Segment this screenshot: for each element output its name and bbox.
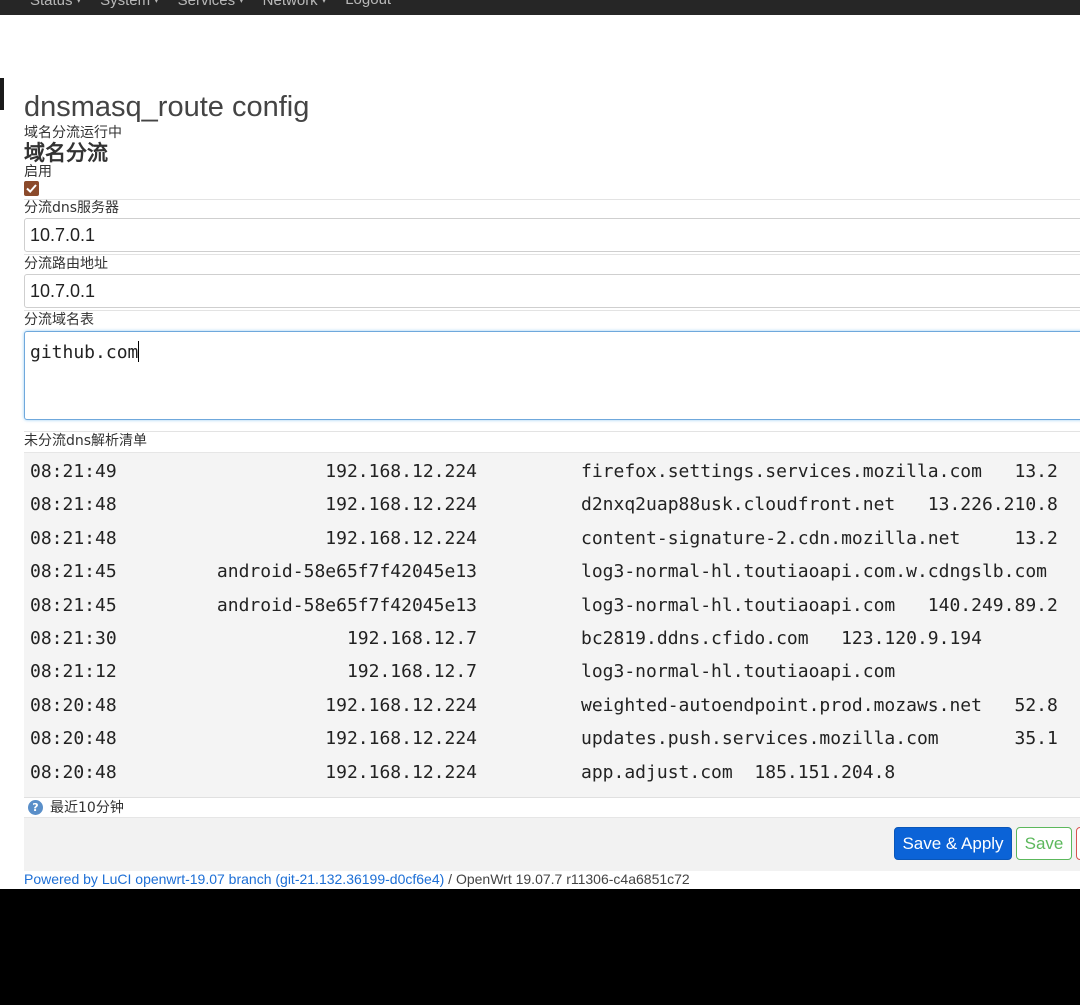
log-client: 192.168.12.224	[325, 761, 477, 783]
log-time: 08:20:48	[30, 728, 117, 750]
dns-log-row: 08:21:48 192.168.12.224 content-signature-…	[24, 522, 1080, 555]
dns-log-row: 08:21:45 android-58e65f7f42045e13 log3-nor…	[24, 589, 1080, 622]
openwrt-version: OpenWrt 19.07.7 r11306-c4a6851c72	[455, 871, 690, 887]
dns-log-row: 08:20:48 192.168.12.224 weighted-autoendpo…	[24, 689, 1080, 722]
log-client: 192.168.12.224	[325, 494, 477, 516]
dns-server-input[interactable]: 10.7.0.1	[24, 218, 1080, 252]
save-button[interactable]: Save	[1016, 827, 1072, 860]
log-time: 08:20:48	[30, 761, 117, 783]
nav-status[interactable]: Status ▾	[30, 0, 81, 10]
domain-list-textarea[interactable]: github.com	[24, 331, 1080, 420]
dns-log-row: 08:21:45 android-58e65f7f42045e13 log3-nor…	[24, 555, 1080, 588]
log-time: 08:21:48	[30, 527, 117, 549]
screen-bottom-area	[0, 889, 1080, 1005]
log-time: 08:21:45	[30, 561, 117, 583]
text-cursor	[138, 341, 140, 362]
divider	[24, 199, 1080, 200]
service-status-text: 域名分流运行中	[24, 125, 122, 141]
route-address-label: 分流路由地址	[24, 256, 108, 272]
log-domain: log3-normal-hl.toutiaoapi.com 140.249.89…	[581, 594, 1058, 616]
help-icon: ?	[28, 799, 43, 815]
nav-logout[interactable]: Logout	[345, 0, 391, 10]
help-row: ? 最近10分钟	[28, 797, 124, 817]
log-client: 192.168.12.224	[325, 461, 477, 482]
log-client: 192.168.12.7	[346, 628, 477, 649]
dns-server-label: 分流dns服务器	[24, 200, 120, 216]
nav-network[interactable]: Network ▾	[263, 0, 327, 10]
divider	[24, 254, 1080, 255]
log-client: 192.168.12.224	[325, 728, 477, 750]
chevron-down-icon: ▾	[239, 0, 244, 5]
dns-log-list[interactable]: 08:21:49 192.168.12.224 firefox.settings.s…	[24, 452, 1080, 798]
top-navbar: Status▾ System▾ Services▾ Network▾ Logou…	[0, 0, 1080, 15]
log-client: 192.168.12.224	[325, 694, 477, 716]
log-domain: log3-normal-hl.toutiaoapi.com	[581, 661, 896, 683]
log-time: 08:21:45	[30, 594, 117, 616]
help-text: 最近10分钟	[50, 800, 124, 816]
enable-label: 启用	[24, 164, 52, 180]
section-title: 域名分流	[24, 141, 108, 165]
log-domain: bc2819.ddns.cfido.com 123.120.9.194	[581, 628, 982, 649]
footer: Powered by LuCI openwrt-19.07 branch (gi…	[24, 871, 690, 888]
route-address-input[interactable]: 10.7.0.1	[24, 274, 1080, 308]
domain-list-label: 分流域名表	[24, 312, 94, 328]
footer-separator: /	[444, 871, 456, 887]
dns-log-row: 08:21:48 192.168.12.224 d2nxq2uap88usk.clo…	[24, 488, 1080, 521]
log-time: 08:21:48	[30, 494, 117, 516]
chevron-down-icon: ▾	[321, 0, 327, 5]
main-menu: Status▾ System▾ Services▾ Network▾ Logou…	[30, 0, 410, 10]
form-actions-bar: Save & Apply Save	[24, 817, 1080, 871]
log-time: 08:21:30	[30, 628, 117, 649]
side-marker	[0, 78, 4, 110]
log-domain: weighted-autoendpoint.prod.mozaws.net 52…	[581, 694, 1058, 716]
divider	[24, 310, 1080, 311]
log-domain: content-signature-2.cdn.mozilla.net 13.2	[581, 527, 1058, 549]
log-domain: firefox.settings.services.mozilla.com 13…	[581, 461, 1058, 482]
dns-log-row: 08:21:12 192.168.12.7 log3-normal-hl.touti…	[24, 655, 1080, 688]
unresolved-list-label: 未分流dns解析清单	[24, 433, 148, 449]
log-client: android-58e65f7f42045e13	[216, 561, 477, 583]
checkmark-icon	[26, 184, 37, 194]
log-domain: updates.push.services.mozilla.com 35.1	[581, 728, 1058, 750]
chevron-down-icon: ▾	[76, 0, 82, 5]
divider	[24, 431, 1080, 432]
domain-list-text: github.com	[30, 342, 139, 363]
log-client: 192.168.12.224	[325, 527, 477, 549]
log-time: 08:21:49	[30, 461, 117, 482]
reset-button[interactable]	[1076, 827, 1080, 860]
dns-log-row: 08:21:49 192.168.12.224 firefox.settings.s…	[24, 455, 1080, 488]
log-domain: d2nxq2uap88usk.cloudfront.net 13.226.210…	[581, 494, 1058, 516]
log-domain: app.adjust.com 185.151.204.8	[581, 761, 896, 783]
luci-link[interactable]: Powered by LuCI openwrt-19.07 branch (gi…	[24, 871, 444, 887]
log-client: 192.168.12.7	[346, 661, 477, 683]
chevron-down-icon: ▾	[154, 0, 159, 5]
dns-log-row: 08:20:48 192.168.12.224 updates.push.servi…	[24, 722, 1080, 755]
dns-log-row: 08:21:30 192.168.12.7 bc2819.ddns.cfido.co…	[24, 622, 1080, 655]
log-client: android-58e65f7f42045e13	[216, 594, 477, 616]
dns-log-row: 08:20:48 192.168.12.224 app.adjust.com 185…	[24, 756, 1080, 789]
page-title: dnsmasq_route config	[24, 91, 310, 123]
nav-services[interactable]: Services ▾	[178, 0, 244, 10]
log-time: 08:20:48	[30, 694, 117, 716]
log-time: 08:21:12	[30, 661, 117, 683]
enable-checkbox[interactable]	[24, 181, 39, 196]
nav-system[interactable]: System ▾	[100, 0, 159, 10]
log-domain: log3-normal-hl.toutiaoapi.com.w.cdngslb.…	[581, 561, 1047, 583]
save-apply-button[interactable]: Save & Apply	[894, 827, 1012, 860]
